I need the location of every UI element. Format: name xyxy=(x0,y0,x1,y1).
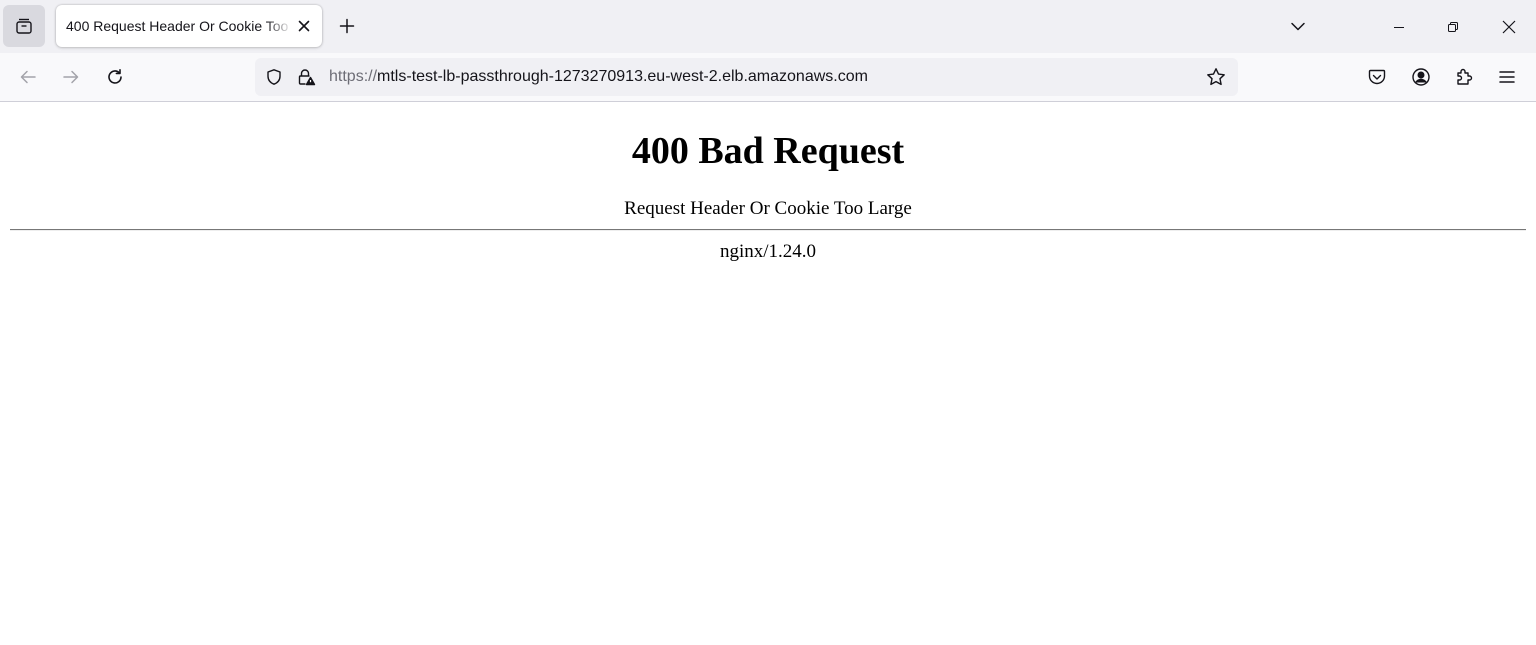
minimize-button[interactable] xyxy=(1376,0,1422,53)
close-icon xyxy=(297,19,311,33)
tab-list-button[interactable] xyxy=(3,5,45,47)
server-signature: nginx/1.24.0 xyxy=(719,241,817,262)
reload-icon xyxy=(106,68,124,86)
url-scheme: https:// xyxy=(329,68,378,85)
extensions-button[interactable] xyxy=(1450,63,1478,91)
lock-warning-icon xyxy=(296,67,316,87)
url-bar[interactable]: https://mtls-test-lb-passthrough-1273270… xyxy=(255,58,1238,96)
close-window-button[interactable] xyxy=(1486,0,1532,53)
account-button[interactable] xyxy=(1407,63,1435,91)
tab-active[interactable]: 400 Request Header Or Cookie Too Large xyxy=(56,5,322,47)
arrow-left-icon xyxy=(19,68,37,86)
url-host: mtls-test-lb-passthrough-1273270913.eu-w… xyxy=(377,68,868,85)
forward-button[interactable] xyxy=(55,61,87,93)
restore-button[interactable] xyxy=(1430,0,1476,53)
navigation-toolbar: https://mtls-test-lb-passthrough-1273270… xyxy=(0,53,1536,102)
app-menu-button[interactable] xyxy=(1493,63,1521,91)
tab-title: 400 Request Header Or Cookie Too Large xyxy=(66,18,292,34)
close-tab-button[interactable] xyxy=(292,14,316,38)
error-message: Request Header Or Cookie Too Large xyxy=(624,198,912,219)
tab-list-icon xyxy=(14,16,34,36)
url-text[interactable]: https://mtls-test-lb-passthrough-1273270… xyxy=(329,58,868,96)
all-tabs-button[interactable] xyxy=(1283,11,1313,41)
close-window-icon xyxy=(1502,20,1516,34)
account-icon xyxy=(1411,67,1431,87)
pocket-icon xyxy=(1367,67,1387,87)
plus-icon xyxy=(339,18,355,34)
back-button[interactable] xyxy=(12,61,44,93)
star-icon xyxy=(1206,67,1226,87)
site-info-button[interactable] xyxy=(293,64,319,90)
tracking-protection-button[interactable] xyxy=(261,64,287,90)
restore-icon xyxy=(1447,21,1459,33)
reload-button[interactable] xyxy=(99,61,131,93)
page-title: 400 Bad Request xyxy=(631,130,905,172)
hamburger-icon xyxy=(1498,68,1516,86)
arrow-right-icon xyxy=(62,68,80,86)
shield-icon xyxy=(265,68,283,86)
pocket-button[interactable] xyxy=(1363,63,1391,91)
chevron-down-icon xyxy=(1290,18,1306,34)
puzzle-icon xyxy=(1454,67,1474,87)
new-tab-button[interactable] xyxy=(332,11,362,41)
tab-strip: 400 Request Header Or Cookie Too Large xyxy=(0,0,1536,53)
page-content: 400 Bad Request Request Header Or Cookie… xyxy=(0,102,1536,645)
divider xyxy=(10,229,1526,231)
bookmark-button[interactable] xyxy=(1203,64,1229,90)
minimize-icon xyxy=(1393,21,1405,33)
